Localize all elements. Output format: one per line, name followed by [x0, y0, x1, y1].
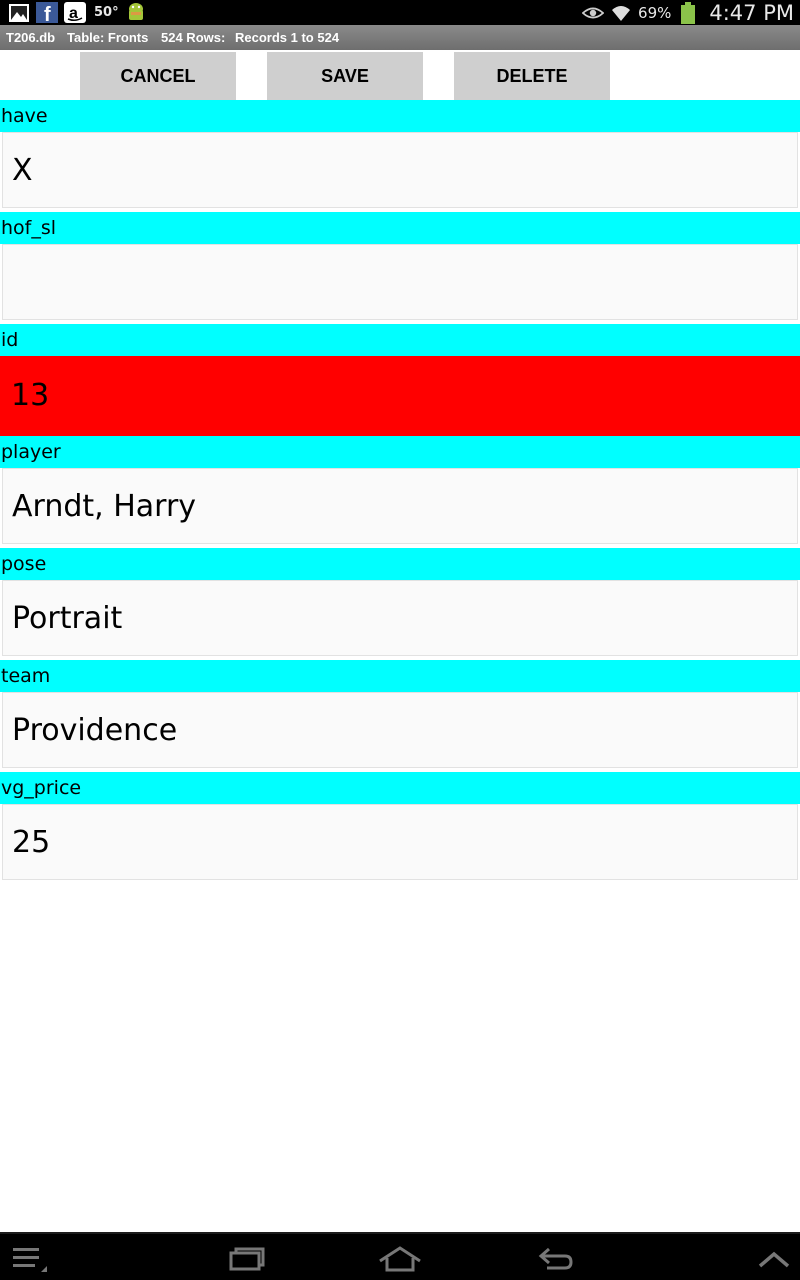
menu-icon[interactable]: [10, 1242, 50, 1276]
title-bar: T206.db Table: Fronts 524 Rows: Records …: [0, 25, 800, 50]
back-icon[interactable]: [536, 1242, 576, 1276]
table-name: Table: Fronts: [67, 30, 149, 45]
system-icons: 69% 4:47 PM: [582, 0, 794, 25]
facebook-icon: f: [36, 2, 58, 23]
db-name: T206.db: [6, 30, 56, 45]
temperature-text: 50°: [94, 5, 119, 20]
field-label-team: team: [0, 660, 800, 692]
clock: 4:47 PM: [709, 0, 794, 25]
field-label-have: have: [0, 100, 800, 132]
field-label-player: player: [0, 436, 800, 468]
field-input-vg-price[interactable]: 25: [2, 804, 798, 880]
amazon-icon: a: [64, 2, 86, 23]
field-input-id[interactable]: 13: [0, 356, 800, 436]
battery-icon: [677, 1, 699, 24]
record-range: Records 1 to 524: [235, 30, 340, 45]
delete-button[interactable]: DELETE: [454, 52, 610, 100]
battery-percent: 69%: [638, 3, 672, 22]
cancel-button[interactable]: CANCEL: [80, 52, 236, 100]
chevron-up-icon[interactable]: [754, 1242, 794, 1276]
save-button[interactable]: SAVE: [267, 52, 423, 100]
field-input-team[interactable]: Providence: [2, 692, 798, 768]
field-input-player[interactable]: Arndt, Harry: [2, 468, 798, 544]
field-input-pose[interactable]: Portrait: [2, 580, 798, 656]
status-bar: f a 50° 69% 4:47 PM: [0, 0, 800, 25]
svg-text:f: f: [44, 4, 51, 23]
android-icon: [125, 2, 147, 23]
home-icon[interactable]: [376, 1242, 424, 1276]
field-input-hof-sl[interactable]: [2, 244, 798, 320]
field-label-vg-price: vg_price: [0, 772, 800, 804]
row-count: 524 Rows:: [161, 30, 226, 45]
wifi-icon: [610, 2, 632, 23]
notification-icons: f a 50°: [8, 2, 147, 23]
navigation-bar: [0, 1232, 800, 1280]
field-input-have[interactable]: X: [2, 132, 798, 208]
gallery-icon: [8, 2, 30, 23]
field-label-pose: pose: [0, 548, 800, 580]
recent-apps-icon[interactable]: [224, 1242, 268, 1276]
field-label-id: id: [0, 324, 800, 356]
field-label-hof-sl: hof_sl: [0, 212, 800, 244]
eye-icon: [582, 2, 605, 23]
